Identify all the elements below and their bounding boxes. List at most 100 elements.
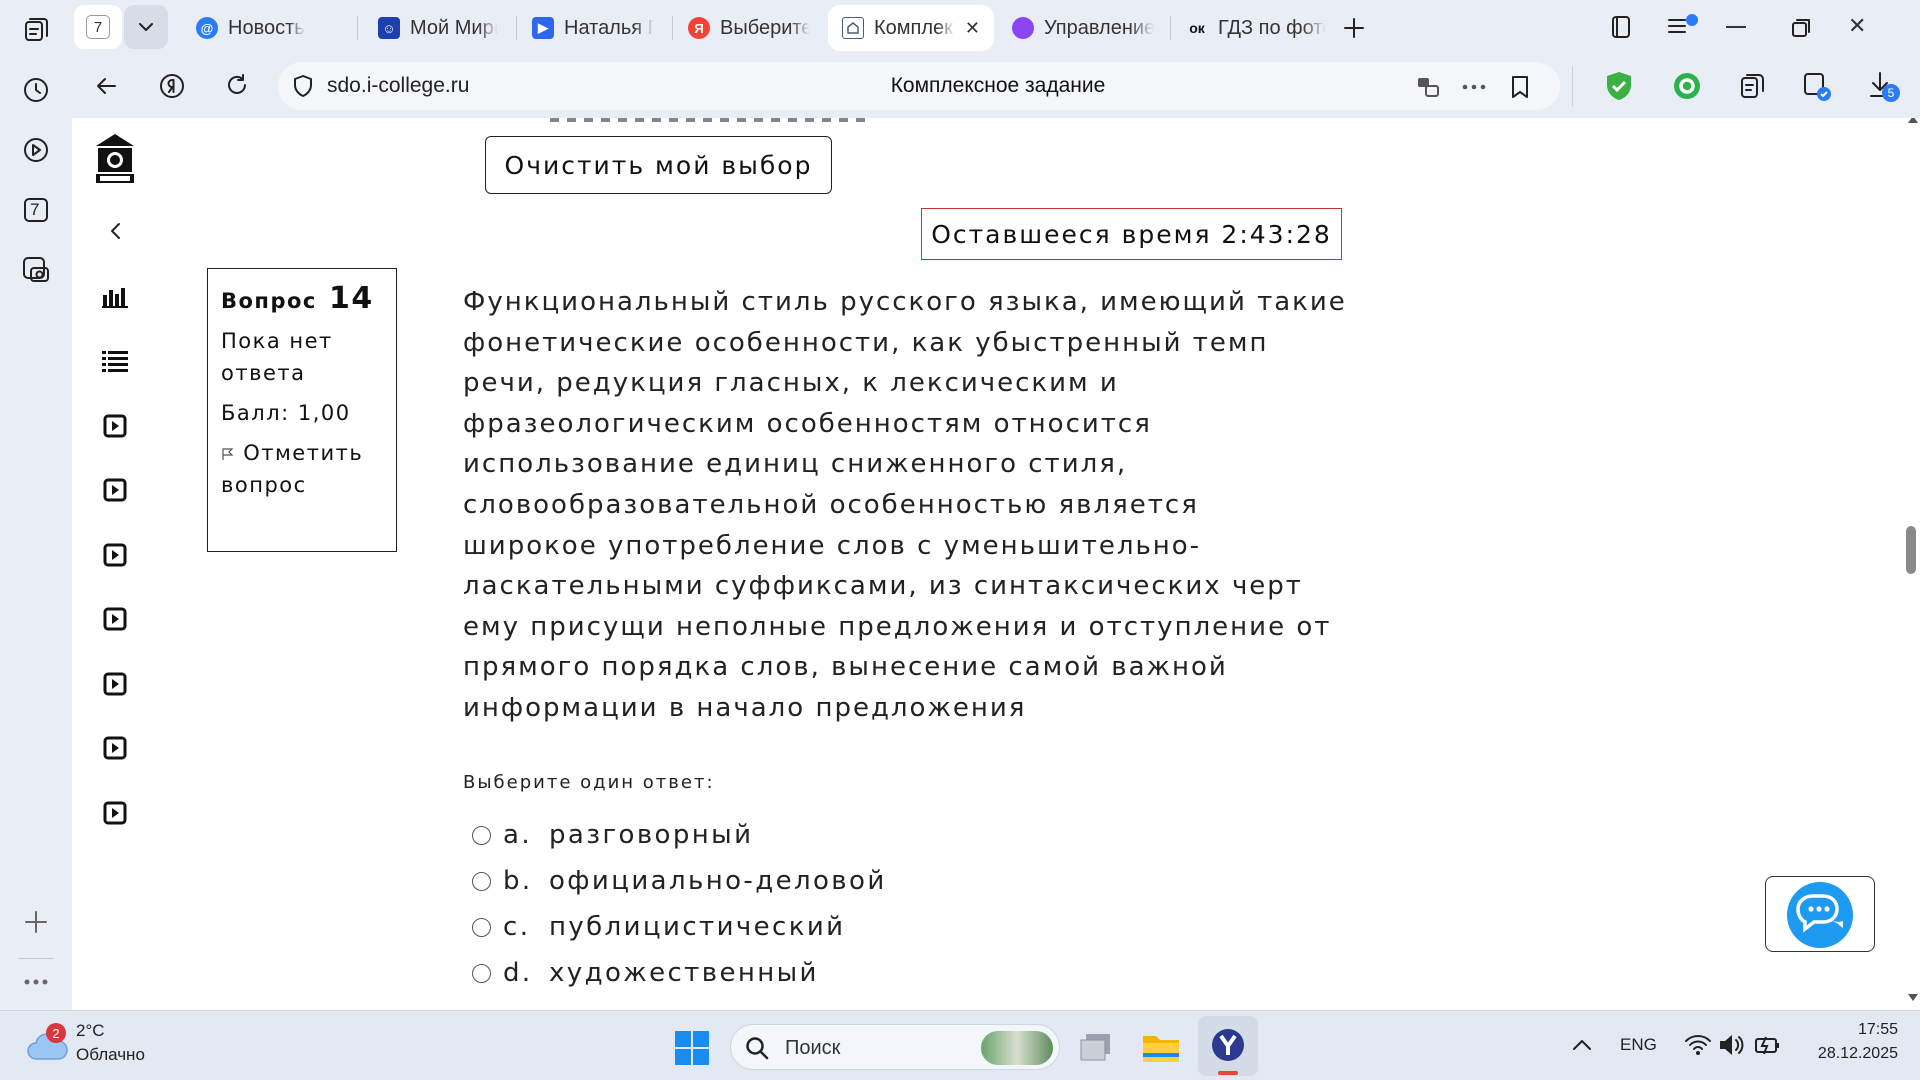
translate-icon[interactable] [1416,76,1440,98]
active-indicator [1218,1071,1238,1075]
option-c[interactable]: c. публицистический [472,912,845,942]
weather-description: Облачно [76,1045,145,1064]
wifi-icon[interactable] [1684,1033,1712,1057]
clock-time[interactable]: 17:55 [1808,1021,1898,1039]
tab-management[interactable]: Управление [998,5,1168,51]
tab-moymir[interactable]: ☺ Мой Мир@Mail.ru [364,5,512,51]
weather-cloud-icon[interactable]: 2 [26,1023,68,1061]
collections-button-icon[interactable] [1738,71,1768,101]
yandex-button-icon[interactable] [158,72,186,100]
counter-tab-button[interactable]: 7 [18,192,54,228]
tabs-dropdown-button[interactable] [124,5,168,49]
history-icon[interactable] [18,72,54,108]
tab-counter-button[interactable]: 7 [74,5,122,49]
scrollbar-thumb[interactable] [1906,526,1916,574]
tab-separator [516,16,517,40]
page-content: Очистить мой выбор Оставшееся время 2:43… [72,118,1920,1010]
taskbar-search[interactable]: Поиск [730,1024,1060,1070]
toolbar-divider [1572,66,1573,106]
battery-charging-icon[interactable] [1754,1033,1782,1057]
sync-profile-icon[interactable] [1802,71,1834,103]
chevron-down-icon [139,23,153,31]
more-options-icon[interactable] [1462,84,1486,90]
bookmark-icon[interactable] [1510,74,1530,100]
tab-bar: 7 @ Новость ☺ Мой Мир@Mail.ru ▶ Наталья … [72,0,1920,56]
protect-shield-icon[interactable] [1604,70,1634,102]
tab-separator [672,16,673,40]
notifications-menu-icon[interactable] [1666,12,1700,40]
address-bar[interactable]: sdo.i-college.ru Комплексное задание [278,62,1560,110]
clock-date[interactable]: 28.12.2025 [1798,1045,1898,1063]
new-tab-icon[interactable] [1338,12,1370,44]
screenshot-icon[interactable] [18,252,54,288]
more-dots-icon[interactable] [18,964,54,1000]
activity-play-icon[interactable] [100,798,130,828]
file-explorer-icon[interactable] [1142,1031,1180,1063]
question-number: 14 [329,281,374,316]
chat-support-button[interactable] [1765,876,1875,952]
reload-icon[interactable] [224,72,250,98]
grades-chart-icon[interactable] [100,282,130,312]
list-icon[interactable] [100,346,130,376]
radio-button[interactable] [472,963,491,983]
input-language[interactable]: ENG [1620,1035,1657,1055]
yandex-icon: Я [688,17,710,39]
tab-gdz[interactable]: ок ГДЗ по фото [1172,5,1340,51]
question-info-box: Вопрос 14 Пока нет ответа Балл: 1,00 Отм… [207,268,397,552]
question-label: Вопрос [221,289,317,313]
activity-play-icon[interactable] [100,733,130,763]
college-logo[interactable] [94,132,136,184]
chevron-up-icon[interactable] [1572,1037,1592,1051]
back-icon[interactable] [94,74,118,98]
flag-question-link[interactable]: Отметить вопрос [221,437,383,501]
green-ring-extension-icon[interactable] [1672,71,1702,101]
tab-sidebar-icon[interactable] [1608,14,1634,40]
windows-start-icon[interactable] [674,1030,710,1066]
option-b[interactable]: b. официально-деловой [472,866,887,896]
option-d[interactable]: d. художественный [472,958,819,988]
add-panel-icon[interactable] [18,904,54,940]
close-window-icon[interactable]: ✕ [1848,14,1866,39]
task-view-icon[interactable] [1078,1032,1114,1064]
tab-natalia[interactable]: ▶ Наталья Гранд [518,5,668,51]
scroll-up-icon[interactable] [1908,118,1918,123]
activity-play-icon[interactable] [100,540,130,570]
yandex-browser-icon [1212,1029,1244,1061]
address-url[interactable]: sdo.i-college.ru [327,74,469,98]
page-scrollbar[interactable] [1902,118,1920,1010]
clear-choice-button[interactable]: Очистить мой выбор [485,136,832,194]
question-score: Балл: 1,00 [221,401,351,425]
tab-yandex[interactable]: Я Выберите одно [674,5,824,51]
play-video-icon: ▶ [532,17,554,39]
rail-counter: 7 [30,200,40,219]
collapse-chevron-icon[interactable] [100,216,130,246]
activity-play-icon[interactable] [100,475,130,505]
weather-temperature: 2°C [76,1021,105,1040]
radio-button[interactable] [472,825,491,845]
purple-drop-icon [1012,17,1034,39]
downloads-icon[interactable]: 5 [1868,70,1900,102]
close-tab-icon[interactable]: ✕ [965,18,980,39]
remaining-time: Оставшееся время 2:43:28 [921,208,1342,260]
maximize-icon[interactable] [1790,17,1812,39]
tab-active-complex-task[interactable]: Комплексное ✕ [828,5,994,51]
option-a[interactable]: a. разговорный [472,820,753,850]
activity-play-icon[interactable] [100,411,130,441]
radio-button[interactable] [472,917,491,937]
tab-separator [1170,16,1171,40]
yandex-browser-taskbar-button[interactable] [1198,1016,1258,1076]
shield-icon[interactable] [292,74,314,98]
volume-icon[interactable] [1718,1033,1746,1057]
college-logo-icon [842,17,864,39]
weather-badge: 2 [46,1023,66,1043]
windows-taskbar: 2 2°C Облачно Поиск ENG 17:55 28.12.2025 [0,1010,1920,1080]
radio-button[interactable] [472,871,491,891]
collections-icon[interactable] [18,12,54,48]
ok-icon: ок [1189,20,1205,36]
activity-play-icon[interactable] [100,604,130,634]
rail-divider [18,958,54,959]
scroll-down-icon[interactable] [1908,994,1918,1001]
video-player-icon[interactable] [18,132,54,168]
minimize-icon[interactable] [1726,26,1746,28]
activity-play-icon[interactable] [100,669,130,699]
